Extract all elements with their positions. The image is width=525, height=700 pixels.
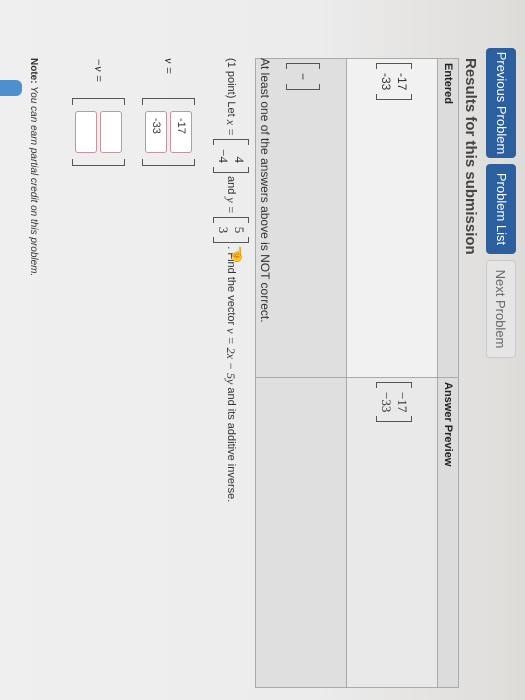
neg-v-label: −v =	[92, 58, 106, 83]
next-problem-button[interactable]: Next Problem	[486, 260, 516, 358]
entered-cell: -17 -33	[346, 58, 438, 378]
v-label: v =	[162, 58, 176, 75]
expression: v = 2x − 5y	[224, 328, 239, 385]
neg-v-entry-1[interactable]	[100, 111, 122, 153]
v-answer-row: v =	[142, 58, 195, 166]
preview-cell	[255, 377, 347, 688]
entered-value: -33	[379, 73, 394, 91]
y-matrix: 5 3	[213, 216, 249, 244]
preview-value: −17	[395, 392, 411, 413]
v-entry-1[interactable]	[170, 111, 192, 153]
table-row: -17 -33 −17 −33	[346, 58, 438, 688]
preview-cell: −17 −33	[346, 377, 438, 688]
problem-statement: (1 point) Let x = 4 −4 and y = 5 3 . Fin…	[213, 58, 249, 502]
problem-list-button[interactable]: Problem List	[486, 164, 516, 254]
col-entered: Entered	[437, 58, 459, 378]
x-value: −4	[216, 149, 231, 163]
y-value: 3	[216, 226, 231, 234]
points-text: (1 point) Let	[225, 58, 237, 117]
right-bracket	[142, 159, 195, 166]
tail-text: and its additive inverse.	[225, 387, 237, 503]
pointer-hand-icon: ☝	[228, 246, 247, 263]
entered-matrix: -17 -33	[376, 63, 413, 101]
left-bracket	[142, 98, 195, 105]
entered-matrix: −	[286, 63, 321, 91]
status-message: At least one of the answers above is NOT…	[258, 58, 272, 323]
note-text: You can earn partial credit on this prob…	[28, 83, 39, 277]
results-table: Entered Answer Preview -17 -33 −17 −33 −	[255, 58, 459, 688]
left-bracket	[72, 98, 125, 105]
entered-value: −	[296, 73, 311, 81]
x-label: x =	[224, 119, 239, 137]
right-bracket	[72, 159, 125, 166]
and-text: and	[225, 175, 237, 195]
v-entry-2[interactable]	[145, 111, 167, 153]
entered-value: -17	[395, 73, 410, 91]
results-heading: Results for this submission	[462, 58, 479, 255]
y-label: y =	[224, 197, 239, 214]
rotated-page: Previous Problem Problem List Next Probl…	[0, 0, 525, 700]
neg-v-entry-2[interactable]	[75, 111, 97, 153]
note-label: Note:	[28, 58, 39, 84]
neg-v-answer-row: −v =	[72, 58, 125, 166]
x-matrix: 4 −4	[213, 139, 249, 173]
y-value: 5	[232, 226, 247, 234]
x-value: 4	[232, 156, 247, 163]
preview-value: −33	[379, 392, 395, 413]
preview-matrix: −17 −33	[376, 382, 413, 423]
partial-credit-note: Note: You can earn partial credit on thi…	[28, 58, 39, 276]
screen: Previous Problem Problem List Next Probl…	[0, 0, 525, 700]
previous-problem-button[interactable]: Previous Problem	[486, 48, 516, 158]
col-answer-preview: Answer Preview	[437, 377, 459, 688]
